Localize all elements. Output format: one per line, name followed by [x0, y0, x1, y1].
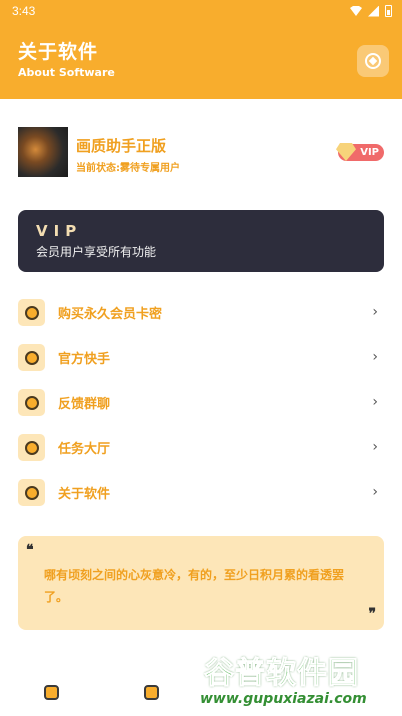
- chevron-right-icon: ›: [372, 484, 378, 500]
- menu-item-label: 关于软件: [58, 487, 111, 502]
- menu-item-buy-vip[interactable]: 购买永久会员卡密 ›: [18, 293, 384, 338]
- chat-icon: [18, 299, 45, 326]
- menu-item-label: 购买永久会员卡密: [58, 307, 163, 322]
- menu-item-about[interactable]: 关于软件 ›: [18, 473, 384, 518]
- compass-icon: [365, 53, 381, 69]
- status-time: 3:43: [12, 4, 36, 18]
- menu-item-label: 任务大厅: [58, 442, 111, 457]
- quote-text: 哪有顷刻之间的心灰意冷，有的，至少日积月累的看透罢了。: [44, 568, 345, 604]
- vip-badge-label: VIP: [360, 147, 379, 158]
- check-badge-icon: [18, 344, 45, 371]
- app-header: 3:43 关于软件 About Software: [0, 0, 402, 99]
- vip-card[interactable]: VIP 会员用户享受所有功能: [18, 210, 384, 272]
- task-icon: [18, 434, 45, 461]
- page-title: 关于软件: [18, 41, 99, 63]
- menu-item-label: 反馈群聊: [58, 397, 111, 412]
- menu-item-task-hall[interactable]: 任务大厅 ›: [18, 428, 384, 473]
- check-badge-icon: [143, 684, 159, 700]
- profile-section: 画质助手正版 当前状态:雾待专属用户 VIP: [18, 127, 384, 179]
- quote-card: ❝ 哪有顷刻之间的心灰意冷，有的，至少日积月累的看透罢了。 ❞: [18, 536, 384, 630]
- menu-list: 购买永久会员卡密 › 官方快手 › 反馈群聊 › 任务大厅 › 关于软件 ›: [18, 293, 384, 518]
- info-icon: [18, 479, 45, 506]
- quote-open-icon: ❝: [26, 542, 34, 558]
- menu-item-official-kuaishou[interactable]: 官方快手 ›: [18, 338, 384, 383]
- message-icon: [18, 389, 45, 416]
- watermark: 谷普软件园 www.gupuxiazai.com: [196, 646, 402, 716]
- signal-icon: [368, 5, 379, 17]
- menu-item-feedback-group[interactable]: 反馈群聊 ›: [18, 383, 384, 428]
- status-bar: 3:43: [0, 0, 402, 24]
- vip-card-description: 会员用户享受所有功能: [36, 245, 157, 259]
- chevron-right-icon: ›: [372, 304, 378, 320]
- wifi-icon: [350, 6, 362, 16]
- vip-badge: VIP: [336, 143, 384, 161]
- watermark-name: 谷普软件园: [204, 656, 359, 692]
- user-status: 当前状态:雾待专属用户: [76, 163, 180, 174]
- page-subtitle: About Software: [18, 66, 115, 79]
- quote-close-icon: ❞: [368, 606, 376, 622]
- tab-official[interactable]: [141, 682, 161, 702]
- chevron-right-icon: ›: [372, 349, 378, 365]
- home-icon: [43, 684, 59, 700]
- battery-icon: [385, 5, 392, 17]
- tab-home[interactable]: [41, 682, 61, 702]
- chevron-right-icon: ›: [372, 439, 378, 455]
- compass-button[interactable]: [357, 45, 389, 77]
- avatar: [18, 127, 68, 177]
- watermark-url: www.gupuxiazai.com: [200, 691, 367, 707]
- vip-card-title: VIP: [36, 222, 83, 240]
- chevron-right-icon: ›: [372, 394, 378, 410]
- status-icons: [350, 5, 392, 17]
- diamond-icon: [336, 143, 356, 161]
- app-name: 画质助手正版: [76, 137, 167, 155]
- menu-item-label: 官方快手: [58, 352, 111, 367]
